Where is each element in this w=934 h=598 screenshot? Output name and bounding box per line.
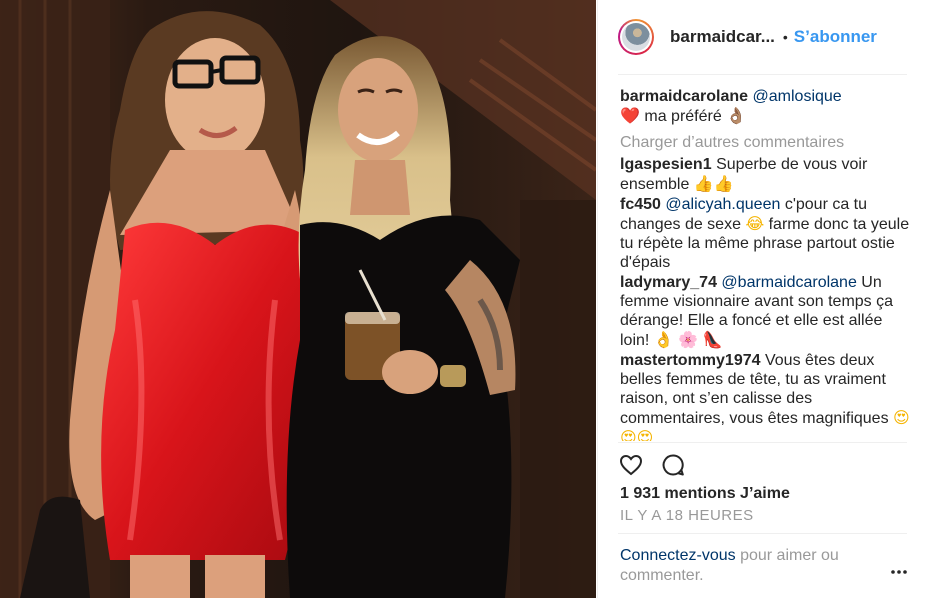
- list-item: fc450 @alicyah.queen c'pour ca tu change…: [620, 195, 910, 272]
- header-username[interactable]: barmaidcar...: [670, 27, 775, 47]
- header-separator: •: [782, 29, 788, 45]
- list-item: mastertommy1974 Vous êtes deux belles fe…: [620, 351, 910, 441]
- post-timestamp: IL Y A 18 HEURES: [620, 507, 754, 524]
- comments-list[interactable]: barmaidcarolane @amlosique ❤️ ma préféré…: [620, 87, 910, 441]
- login-link[interactable]: Connectez-vous: [620, 547, 736, 564]
- comment-emoji: 👠: [702, 330, 723, 349]
- comment-username[interactable]: lgaspesien1: [620, 156, 712, 173]
- comment-button[interactable]: [660, 452, 686, 478]
- comment-mention[interactable]: @alicyah.queen: [665, 196, 780, 213]
- comment-username[interactable]: ladymary_74: [620, 274, 717, 291]
- like-button[interactable]: [618, 452, 644, 478]
- load-more-comments-link[interactable]: Charger d’autres commentaires: [620, 133, 910, 152]
- caption-ok-emoji: 👌🏽: [726, 106, 747, 125]
- post-header: barmaidcar... • S’abonner: [598, 0, 934, 74]
- comment-emoji: 👌: [653, 330, 674, 349]
- photo-illustration: [0, 0, 596, 598]
- caption: barmaidcarolane @amlosique ❤️ ma préféré…: [620, 87, 910, 126]
- caption-text: ma préféré: [644, 108, 722, 125]
- more-dots-icon: [891, 570, 907, 574]
- comments-divider: [618, 442, 907, 443]
- header-divider: [618, 74, 907, 75]
- like-count[interactable]: 1 931 mentions J’aime: [620, 485, 790, 503]
- post-side-panel: barmaidcar... • S’abonner barmaidcarolan…: [597, 0, 934, 598]
- post-photo[interactable]: [0, 0, 596, 598]
- comment-emoji: 👍👍: [693, 174, 734, 193]
- comment-emoji: 😂: [745, 214, 765, 233]
- more-options-button[interactable]: [890, 562, 908, 580]
- comment-mention[interactable]: @barmaidcarolane: [721, 274, 856, 291]
- comment-username[interactable]: mastertommy1974: [620, 352, 761, 369]
- caption-mention[interactable]: @amlosique: [753, 88, 842, 105]
- follow-button[interactable]: S’abonner: [794, 27, 877, 47]
- footer-divider: [618, 533, 907, 534]
- list-item: lgaspesien1 Superbe de vous voir ensembl…: [620, 155, 910, 194]
- avatar[interactable]: [618, 19, 654, 55]
- post-actions: [618, 452, 702, 478]
- comment-username[interactable]: fc450: [620, 196, 661, 213]
- heart-outline-icon: [619, 454, 643, 476]
- login-prompt: Connectez-vous pour aimer ou commenter.: [620, 546, 880, 586]
- caption-heart-emoji: ❤️: [620, 106, 640, 125]
- caption-username[interactable]: barmaidcarolane: [620, 88, 748, 105]
- comment-bubble-icon: [662, 454, 684, 476]
- comment-emoji: 🌸: [678, 330, 699, 349]
- avatar-image: [622, 23, 650, 51]
- list-item: ladymary_74 @barmaidcarolane Un femme vi…: [620, 273, 910, 350]
